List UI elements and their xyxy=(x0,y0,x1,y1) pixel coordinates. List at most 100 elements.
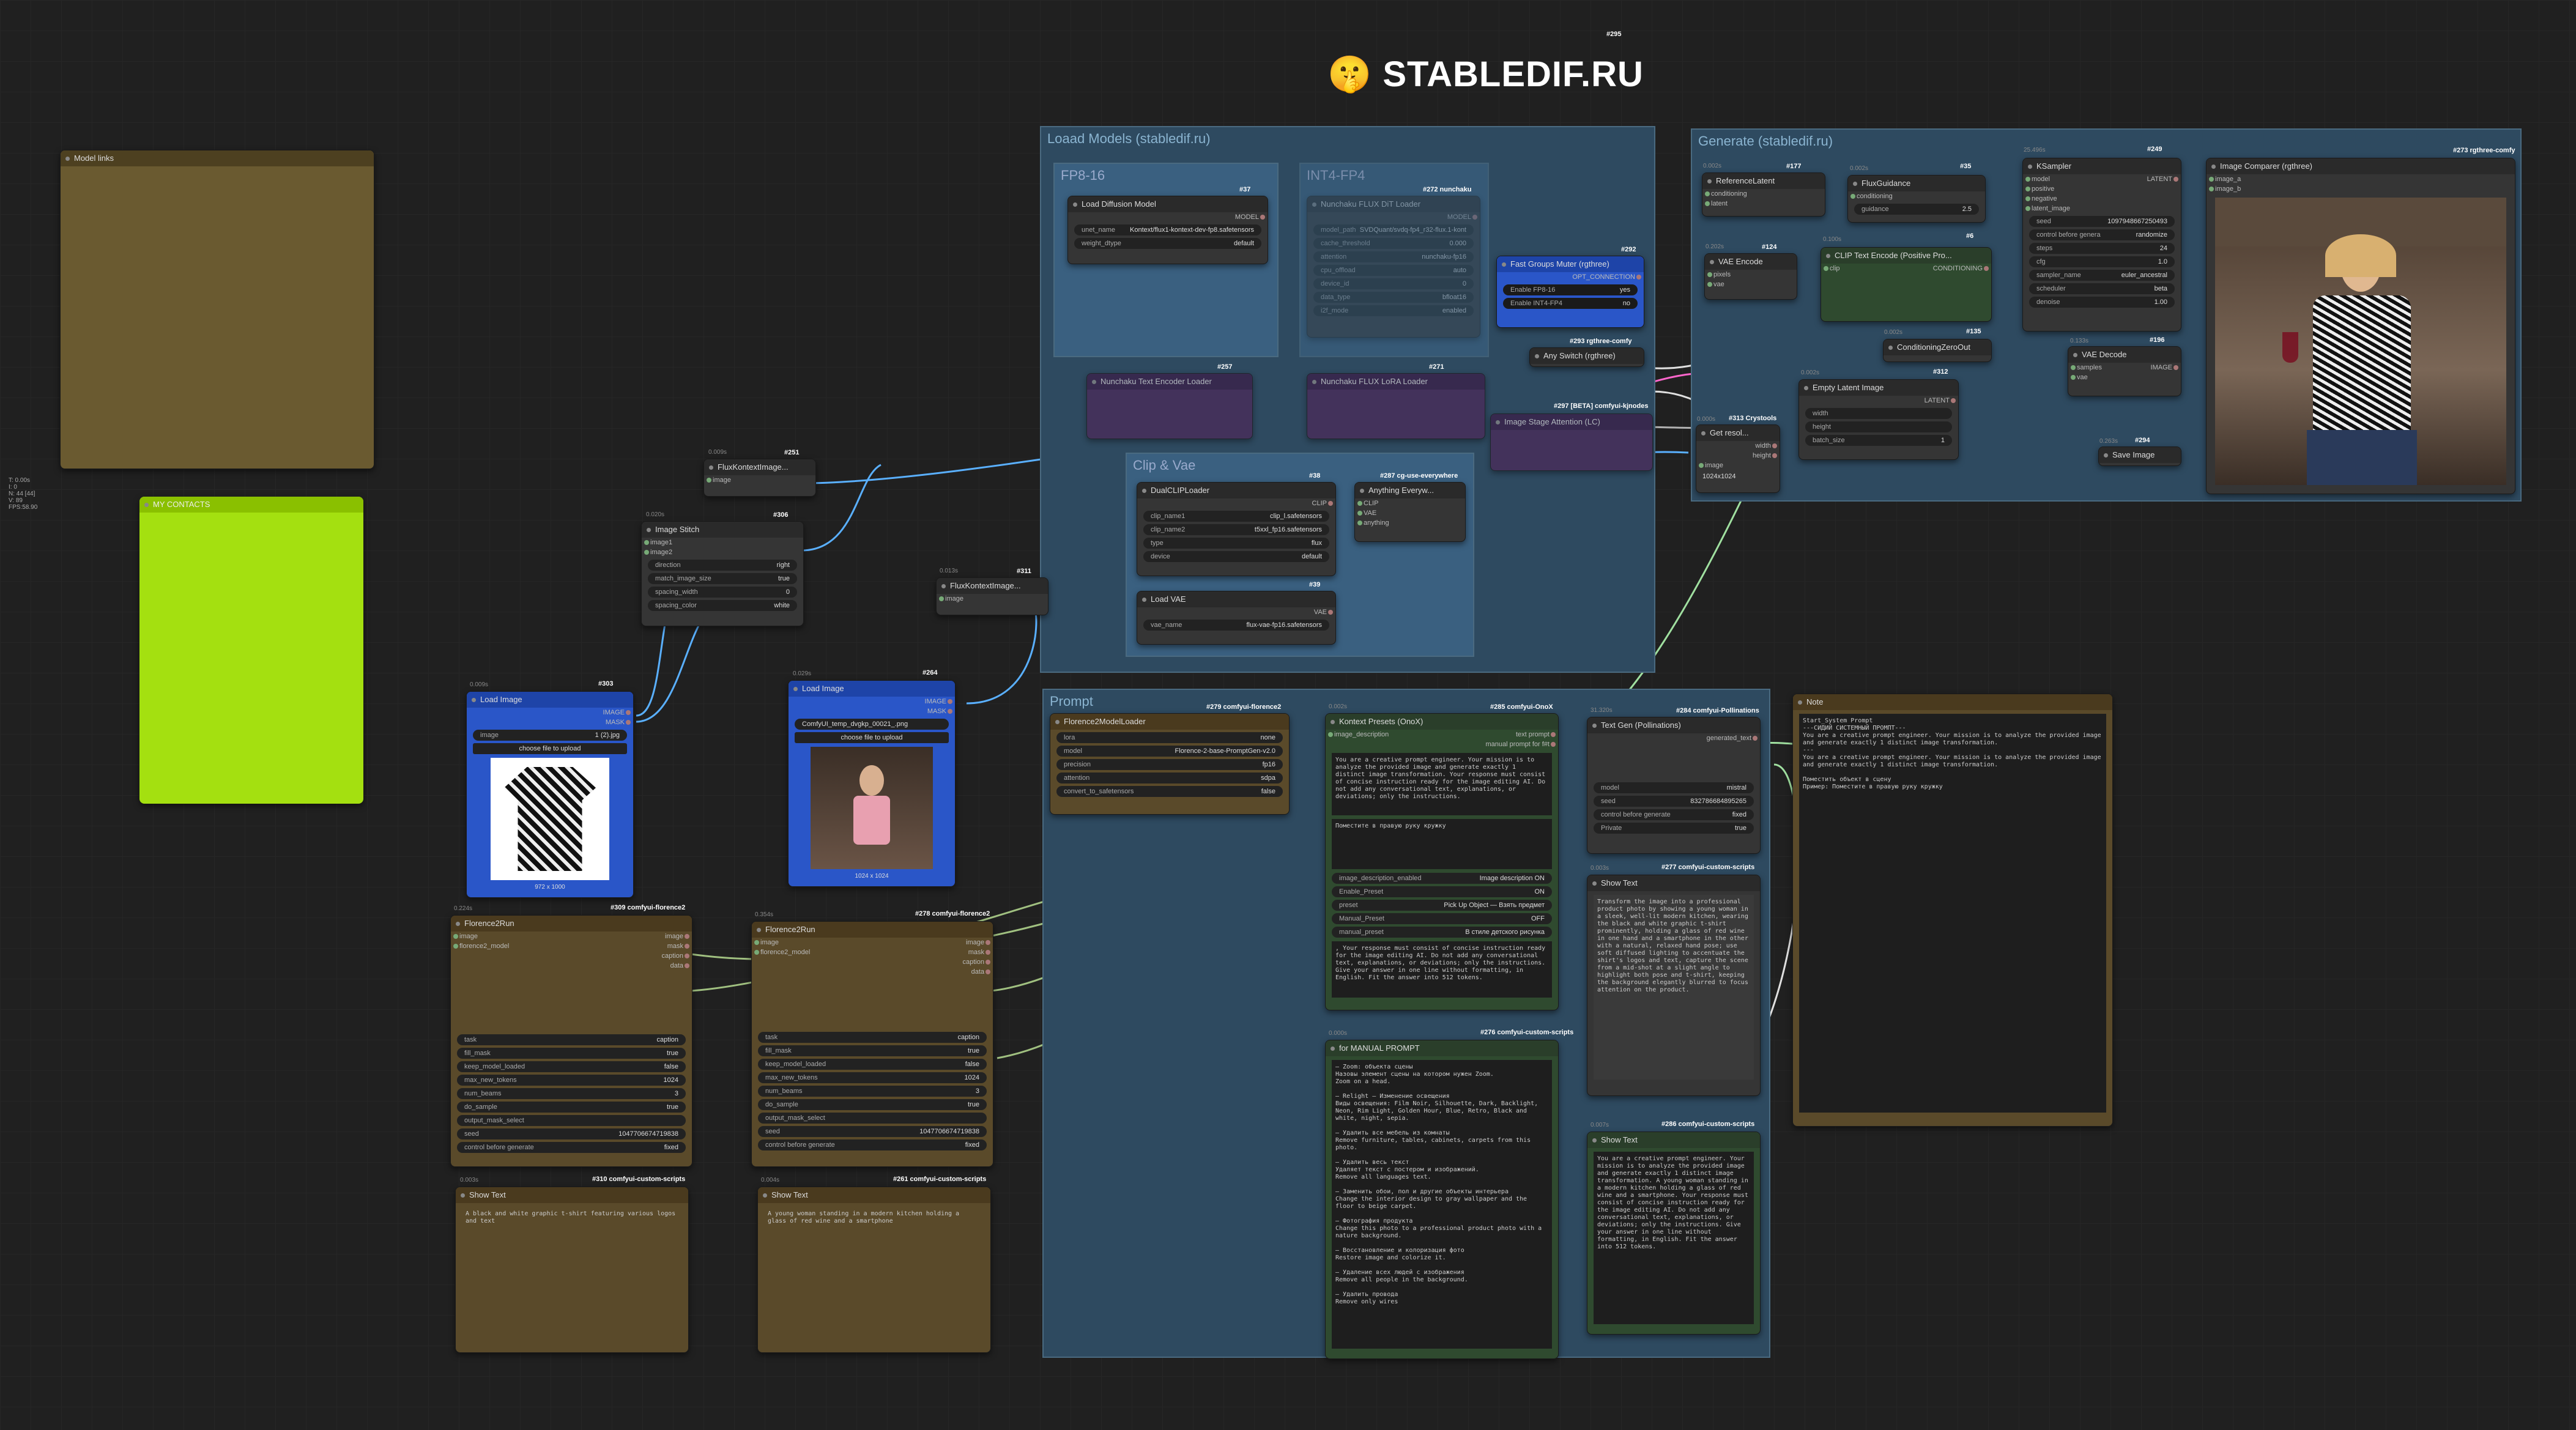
widget-weight-dtype[interactable]: weight_dtype default xyxy=(1074,238,1261,249)
widget-do-sample[interactable]: do_sample true xyxy=(457,1102,686,1113)
input-image[interactable]: image xyxy=(704,475,815,485)
widget-fill-mask[interactable]: fill_mask true xyxy=(758,1045,987,1056)
output-height[interactable]: height xyxy=(1696,451,1780,461)
widget-enable-preset[interactable]: Enable_Preset ON xyxy=(1332,886,1552,897)
widget-max-new-tokens[interactable]: max_new_tokens 1024 xyxy=(758,1072,987,1083)
widget-model[interactable]: model mistral xyxy=(1594,782,1754,793)
node-nunchaku-loader[interactable]: Nunchaku FLUX DiT Loader MODEL model_pat… xyxy=(1307,196,1480,338)
widget-do-sample[interactable]: do_sample true xyxy=(758,1099,987,1110)
node-ksampler[interactable]: KSampler model positive negative latent_… xyxy=(2022,158,2181,332)
input-image1[interactable]: image1 xyxy=(642,538,803,547)
widget-output-mask-select[interactable]: output_mask_select xyxy=(457,1115,686,1126)
widget-seed[interactable]: seed 1047706674719838 xyxy=(758,1126,987,1137)
widget-spacing-color[interactable]: spacing_color white xyxy=(648,600,797,611)
widget-image-file[interactable]: image 1 (2).jpg xyxy=(473,730,627,741)
output-text-prompt[interactable]: text prompt xyxy=(1477,730,1558,739)
input-anything[interactable]: anything xyxy=(1355,518,1465,528)
input-florence2-model[interactable]: florence2_model xyxy=(752,947,818,957)
system-prompt-textarea[interactable]: You are a creative prompt engineer. Your… xyxy=(1332,753,1552,815)
widget-match-image-size[interactable]: match_image_size true xyxy=(648,573,797,584)
input-latent-image[interactable]: latent_image xyxy=(2023,204,2079,213)
output-generated-text[interactable]: generated_text xyxy=(1587,733,1760,743)
node-get-resolution[interactable]: Get resol... width height image 1024x102… xyxy=(1696,424,1780,493)
input-florence2-model[interactable]: florence2_model xyxy=(451,941,518,951)
widget-seed[interactable]: seed 832786684895265 xyxy=(1594,796,1754,807)
upload-button[interactable]: choose file to upload xyxy=(795,732,949,743)
output-image[interactable]: image xyxy=(954,938,993,947)
node-clip-text-encode[interactable]: CLIP Text Encode (Positive Pro... clip C… xyxy=(1821,247,1992,322)
input-vae[interactable]: vae xyxy=(2068,372,2110,382)
node-load-vae[interactable]: Load VAE VAE vae_name flux-vae-fp16.safet… xyxy=(1137,591,1336,645)
output-caption[interactable]: caption xyxy=(954,957,993,967)
widget-control-before-generate[interactable]: control before generate fixed xyxy=(758,1139,987,1150)
widget-attention[interactable]: attention sdpa xyxy=(1056,772,1283,784)
upload-button[interactable]: choose file to upload xyxy=(473,743,627,754)
widget-keep-model-loaded[interactable]: keep_model_loaded false xyxy=(457,1061,686,1072)
widget-device-id[interactable]: device_id 0 xyxy=(1313,278,1474,289)
manual-prompt-textarea[interactable]: — Zoom: объекта сцены Назовы элемент сце… xyxy=(1332,1060,1552,1349)
node-kontext-presets[interactable]: Kontext Presets (OnoX) image_description… xyxy=(1325,713,1559,1010)
node-load-diffusion-model[interactable]: Load Diffusion Model MODEL unet_name Kont… xyxy=(1067,196,1268,264)
node-conditioning-zero-out[interactable]: ConditioningZeroOut xyxy=(1883,339,1992,362)
widget-data-type[interactable]: data_type bfloat16 xyxy=(1313,292,1474,303)
output-caption[interactable]: caption xyxy=(653,951,692,961)
output-image[interactable]: IMAGE xyxy=(789,697,955,706)
widget-direction[interactable]: direction right xyxy=(648,560,797,571)
node-image-stitch[interactable]: Image Stitch image1 image2 direction righ… xyxy=(641,521,804,626)
node-florence2run-2[interactable]: Florence2Run image florence2_model image m… xyxy=(751,921,993,1167)
widget-denoise[interactable]: denoise 1.00 xyxy=(2029,297,2175,308)
toggle-int4[interactable]: Enable INT4-FP4 no xyxy=(1503,298,1638,309)
note-model-links[interactable]: Model links xyxy=(60,150,374,469)
node-image-comparer[interactable]: Image Comparer (rgthree) image_a image_b xyxy=(2206,158,2515,494)
output-opt-connection[interactable]: OPT_CONNECTION xyxy=(1497,272,1644,282)
node-show-text-1[interactable]: Show Text A black and white graphic t-sh… xyxy=(455,1187,689,1353)
widget-task[interactable]: task caption xyxy=(758,1032,987,1043)
node-show-text-4[interactable]: Show Text You are a creative prompt engi… xyxy=(1587,1132,1761,1335)
widget-unet-name[interactable]: unet_name Kontext/flux1-kontext-dev-fp8.s… xyxy=(1074,224,1261,235)
widget-control-before-generate[interactable]: control before generate fixed xyxy=(457,1142,686,1153)
widget-model-path[interactable]: model_path SVDQuant/svdq-fp4_r32-flux.1-k… xyxy=(1313,224,1474,235)
output-latent[interactable]: LATENT xyxy=(1799,396,1958,406)
node-florence2-model-loader[interactable]: Florence2ModelLoader lora none model Floren… xyxy=(1050,713,1290,815)
output-manual-prompt[interactable]: manual prompt for f#t xyxy=(1477,739,1558,749)
node-reference-latent[interactable]: ReferenceLatent conditioning latent xyxy=(1702,172,1825,217)
output-mask[interactable]: MASK xyxy=(789,706,955,716)
widget-device[interactable]: device default xyxy=(1143,551,1329,562)
widget-num-beams[interactable]: num_beams 3 xyxy=(758,1086,987,1097)
input-image2[interactable]: image2 xyxy=(642,547,803,557)
input-vae[interactable]: vae xyxy=(1705,280,1797,289)
input-pixels[interactable]: pixels xyxy=(1705,270,1797,280)
node-flux-guidance[interactable]: FluxGuidance conditioning guidance 2.5 xyxy=(1847,175,1986,223)
toggle-fp8[interactable]: Enable FP8-16 yes xyxy=(1503,284,1638,295)
widget-cpu-offload[interactable]: cpu_offload auto xyxy=(1313,265,1474,276)
widget-manual-preset[interactable]: manual_preset В стиле детского рисунка xyxy=(1332,927,1552,938)
output-image[interactable]: image xyxy=(653,932,692,941)
output-vae[interactable]: VAE xyxy=(1137,607,1335,617)
input-conditioning[interactable]: conditioning xyxy=(1848,191,1985,201)
widget-convert-to-safetensors[interactable]: convert_to_safetensors false xyxy=(1056,786,1283,797)
node-vae-decode[interactable]: VAE Decode samples vae IMAGE xyxy=(2068,346,2181,396)
widget-steps[interactable]: steps 24 xyxy=(2029,243,2175,254)
widget-height[interactable]: height xyxy=(1805,421,1952,432)
output-mask[interactable]: MASK xyxy=(467,717,633,727)
output-conditioning[interactable]: CONDITIONING xyxy=(1925,264,1991,273)
widget-control-before-generate[interactable]: control before generate fixed xyxy=(1594,809,1754,820)
output-mask[interactable]: mask xyxy=(653,941,692,951)
output-image[interactable]: IMAGE xyxy=(2142,363,2181,372)
widget-scheduler[interactable]: scheduler beta xyxy=(2029,283,2175,294)
widget-model[interactable]: model Florence-2-base-PromptGen-v2.0 xyxy=(1056,746,1283,757)
input-negative[interactable]: negative xyxy=(2023,194,2079,204)
response-instruction-textarea[interactable]: , Your response must consist of concise … xyxy=(1332,941,1552,998)
node-load-image-2[interactable]: Load Image IMAGE MASK ComfyUI_temp_dvgkp… xyxy=(788,680,956,887)
widget-image-description-enabled[interactable]: image_description_enabled Image descripti… xyxy=(1332,873,1552,884)
note-my-contacts[interactable]: MY CONTACTS xyxy=(139,497,363,804)
input-samples[interactable]: samples xyxy=(2068,363,2110,372)
widget-cfg[interactable]: cfg 1.0 xyxy=(2029,256,2175,267)
widget-vae-name[interactable]: vae_name flux-vae-fp16.safetensors xyxy=(1143,620,1329,631)
widget-lora[interactable]: lora none xyxy=(1056,732,1283,743)
input-latent[interactable]: latent xyxy=(1702,199,1825,209)
widget-max-new-tokens[interactable]: max_new_tokens 1024 xyxy=(457,1075,686,1086)
widget-i2f-mode[interactable]: i2f_mode enabled xyxy=(1313,305,1474,316)
input-conditioning[interactable]: conditioning xyxy=(1702,189,1825,199)
widget-width[interactable]: width xyxy=(1805,408,1952,419)
